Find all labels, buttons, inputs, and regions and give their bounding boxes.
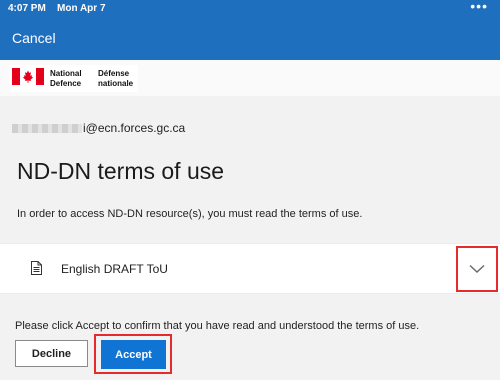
- accept-button[interactable]: Accept: [101, 340, 166, 369]
- status-bar: 4:07 PM Mon Apr 7 •••: [0, 0, 500, 17]
- logo-fr-line1: Défense: [98, 69, 130, 78]
- status-time: 4:07 PM: [8, 3, 46, 14]
- redacted-email-prefix: [12, 124, 82, 134]
- terms-document-label: English DRAFT ToU: [61, 262, 168, 276]
- status-date: Mon Apr 7: [57, 3, 106, 14]
- canada-flag-icon: [12, 68, 44, 85]
- logo-text-french: Défense nationale: [98, 69, 133, 89]
- page-title: ND-DN terms of use: [17, 158, 225, 184]
- cancel-button[interactable]: Cancel: [12, 30, 56, 46]
- confirm-text: Please click Accept to confirm that you …: [15, 320, 420, 332]
- nd-dn-logo: National Defence Défense nationale: [10, 65, 138, 92]
- logo-text-english: National Defence: [50, 69, 82, 89]
- chevron-down-icon: [469, 264, 485, 274]
- terms-document-row[interactable]: English DRAFT ToU: [0, 243, 500, 294]
- nav-bar: Cancel: [0, 17, 500, 60]
- accept-highlight-frame: Accept: [94, 334, 172, 374]
- decline-button[interactable]: Decline: [15, 340, 88, 367]
- document-icon: [31, 261, 42, 275]
- email-suffix: i@ecn.forces.gc.ca: [83, 121, 186, 135]
- account-email: i@ecn.forces.gc.ca: [12, 121, 185, 135]
- more-dots-icon[interactable]: •••: [470, 0, 488, 13]
- intro-text: In order to access ND-DN resource(s), yo…: [17, 208, 363, 220]
- banner-logo-strip: National Defence Défense nationale: [0, 60, 500, 96]
- expand-terms-button[interactable]: [456, 246, 498, 292]
- logo-en-line2: Defence: [50, 79, 82, 88]
- logo-en-line1: National: [50, 69, 82, 78]
- logo-fr-line2: nationale: [98, 79, 134, 88]
